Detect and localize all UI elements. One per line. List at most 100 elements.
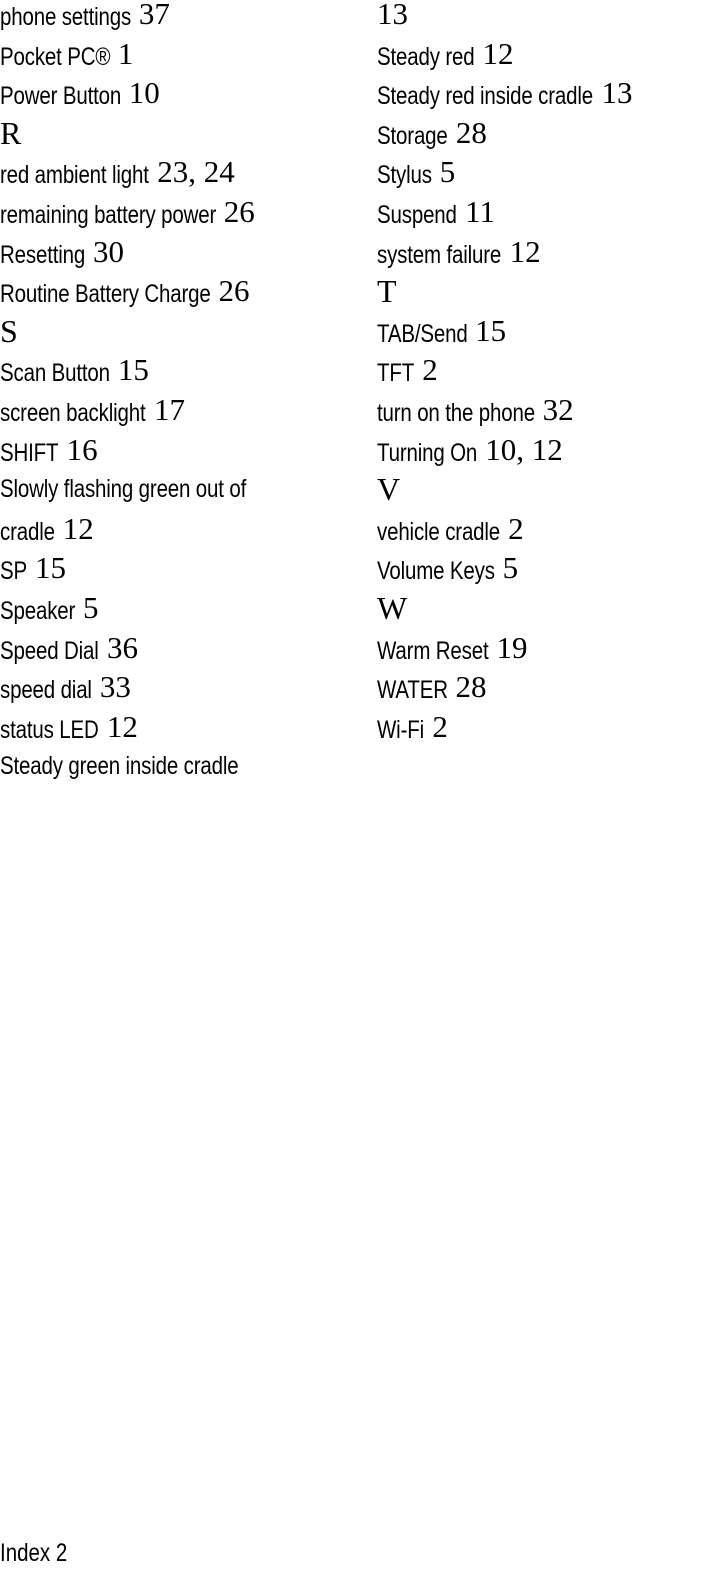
index-term: phone settings [0,3,132,31]
index-term: turn on the phone [377,398,535,427]
index-entry: Scan Button 15 [0,351,360,391]
index-term: Scan Button [0,359,110,388]
index-entry: Volume Keys 5 [377,549,709,589]
index-term: Speed Dial [0,636,99,665]
index-term: status LED [0,715,99,744]
page-reference: 2 [432,708,448,744]
index-entry: SHIFT 16 [0,431,360,471]
page-reference: 5 [439,154,456,190]
page-reference: 17 [153,391,185,427]
index-entry: WATER 28 [377,668,709,708]
index-term: SHIFT [0,438,59,467]
page-reference: 26 [223,193,255,229]
index-entry: Power Button 10 [0,74,360,114]
index-term: TFT [377,359,415,388]
index-entry: phone settings 37 [0,0,360,35]
index-term: SP [0,557,28,586]
section-letter: S [0,312,18,349]
page-reference: 28 [455,114,487,150]
page-reference: 1 [117,35,134,71]
page-reference: 5 [82,589,99,625]
page-reference: 12 [106,708,138,744]
index-entry: turn on the phone 32 [377,391,709,431]
index-term: Pocket PC® [0,42,111,71]
index-entry: Pocket PC® 1 [0,35,360,75]
index-term: Routine Battery Charge [0,280,211,309]
page-reference: 12 [509,233,541,269]
index-term: Suspend [377,200,457,229]
index-section-letter: S [0,312,360,352]
section-letter: R [0,114,22,151]
index-term: Wi-Fi [377,715,424,744]
index-term: Stylus [377,161,432,190]
page-reference: 10, 12 [485,431,563,467]
page-reference: 36 [106,629,138,665]
page-reference: 15 [117,352,149,388]
index-entry: Resetting 30 [0,233,360,273]
index-entry: Wi-Fi 2 [377,708,709,748]
page-reference: 15 [475,312,507,348]
page-reference: 33 [99,669,131,705]
index-term: vehicle cradle [377,517,501,546]
index-entry: Turning On 10, 12 [377,431,709,471]
index-term: Warm Reset [377,636,489,665]
index-entry: cradle 12 [0,510,360,550]
index-entry: vehicle cradle 2 [377,510,709,550]
index-term: Steady red inside cradle [377,82,594,111]
page-reference: 23, 24 [157,154,235,190]
page-reference: 26 [218,273,250,309]
index-entry: Steady green inside cradle [0,747,360,787]
index-term: WATER [377,676,448,705]
page-reference: 12 [482,35,514,71]
index-term: Power Button [0,82,122,111]
index-term: screen backlight [0,398,146,427]
index-entry: Speaker 5 [0,589,360,629]
page-reference: 30 [92,233,124,269]
index-term: Resetting [0,240,86,269]
index-section-letter: T [377,272,709,312]
index-entry: red ambient light 23, 24 [0,153,360,193]
page-reference: 32 [542,391,574,427]
index-entry: SP 15 [0,549,360,589]
index-term: Steady green inside cradle [0,752,239,781]
index-column-left: phone settings 37 Pocket PC® 1 Power Button 1… [0,0,360,787]
index-entry: speed dial 33 [0,668,360,708]
page-reference: 15 [34,550,66,586]
index-entry: Slowly flashing green out of [0,470,360,510]
index-entry: Routine Battery Charge 26 [0,272,360,312]
index-entry: status LED 12 [0,708,360,748]
index-term: speed dial [0,676,92,705]
index-entry: Stylus 5 [377,153,709,193]
index-entry: system failure 12 [377,233,709,273]
page-reference: 2 [508,510,524,546]
index-entry: 13 [377,0,709,35]
page-reference: 11 [465,193,495,229]
index-entry: Warm Reset 19 [377,629,709,669]
index-term: Slowly flashing green out of [0,475,247,504]
section-letter: V [377,471,401,508]
index-section-letter: V [377,470,709,510]
index-term: remaining battery power [0,200,217,229]
page-reference: 12 [62,510,94,546]
index-term: Volume Keys [377,557,495,586]
index-section-letter: R [0,114,360,154]
page-reference: 5 [502,550,519,586]
index-entry: Steady red inside cradle 13 [377,74,709,114]
index-term: TAB/Send [377,319,468,348]
index-entry: TAB/Send 15 [377,312,709,352]
index-term: Steady red [377,42,475,71]
index-section-letter: W [377,589,709,629]
index-entry: TFT 2 [377,351,709,391]
index-entry: Storage 28 [377,114,709,154]
page-reference: 2 [422,352,438,388]
index-entry: Speed Dial 36 [0,629,360,669]
index-entry: remaining battery power 26 [0,193,360,233]
index-entry: Suspend 11 [377,193,709,233]
index-term: cradle [0,517,55,546]
index-term: Speaker [0,596,76,625]
index-term: Turning On [377,438,478,467]
index-term: Storage [377,121,448,150]
page-reference: 13 [601,75,633,111]
index-term: system failure [377,240,502,269]
index-column-right: 13 Steady red 12 Steady red inside cradle 13… [377,0,709,747]
